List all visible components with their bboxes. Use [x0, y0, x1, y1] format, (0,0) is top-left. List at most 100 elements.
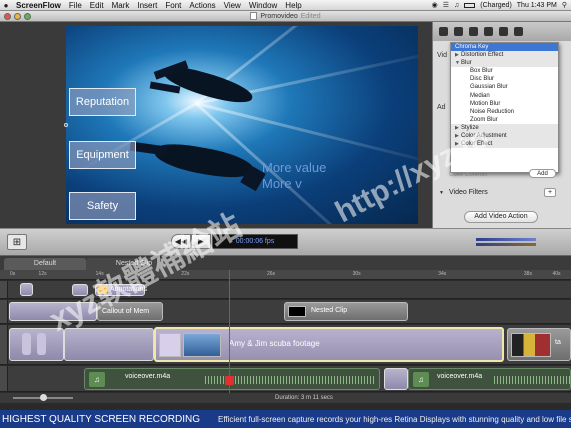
menu-insert[interactable]: Insert	[133, 0, 161, 11]
clip-label: Amy & Jim scuba footage	[229, 339, 320, 348]
inspector-side-label: Ad	[437, 104, 446, 111]
track-header[interactable]	[0, 300, 8, 323]
media-thumb	[22, 333, 31, 355]
battery-icon[interactable]	[464, 2, 476, 8]
callout-tab-icon[interactable]	[484, 27, 493, 36]
audio-properties-tab-icon[interactable]	[454, 27, 463, 36]
canvas-button-safety[interactable]: Safety	[69, 192, 136, 220]
media-thumb	[37, 333, 46, 355]
track-header[interactable]	[0, 366, 8, 391]
duration-label: Duration: 3 m 11 secs	[275, 395, 333, 401]
filter-category[interactable]: ▶ Color Adjustment	[451, 132, 558, 141]
time-ruler[interactable]: 0s 12s 14s 22s 26s 30s 34s 38s 40s	[0, 270, 571, 280]
wifi-icon[interactable]: ☰	[443, 1, 449, 9]
menu-font[interactable]: Font	[161, 0, 185, 11]
crop-icon: ⊞	[12, 236, 22, 248]
filter-category[interactable]: ▼Blur	[451, 59, 558, 68]
rewind-button[interactable]: ◀◀	[171, 234, 191, 249]
audio-level-meter	[476, 243, 536, 246]
ruler-tick-label: 14s	[95, 271, 104, 277]
minimize-window-button[interactable]	[14, 13, 21, 20]
timeline-track[interactable]: Annotations	[0, 281, 571, 299]
close-window-button[interactable]	[4, 13, 11, 20]
add-video-filter-button[interactable]: +	[544, 188, 556, 197]
timeline-track[interactable]: Amy & Jim scuba footage ta	[0, 325, 571, 365]
clip-thumbnail	[159, 333, 181, 357]
canvas-resize-handle[interactable]	[64, 123, 68, 127]
apple-menu-icon[interactable]: ●	[0, 1, 12, 10]
filter-category-label: Color Effect	[461, 141, 493, 148]
track-header[interactable]	[0, 325, 8, 364]
media-library-tab-icon[interactable]	[514, 27, 523, 36]
track-clip[interactable]	[64, 328, 154, 361]
filter-menu-item[interactable]: Disc Blur	[451, 75, 558, 83]
callout-clip[interactable]: Callout of Mem	[97, 302, 163, 321]
inspector-side-label: Vid	[437, 52, 447, 59]
add-video-action-button[interactable]: Add Video Action	[464, 211, 538, 223]
timeline-track[interactable]: Callout of Mem Nested Clip	[0, 300, 571, 324]
menu-mark[interactable]: Mark	[108, 0, 134, 11]
filter-category[interactable]: ▶ Stylize	[451, 123, 558, 133]
audio-clip-icon: ♫	[89, 372, 105, 387]
zoom-window-button[interactable]	[24, 13, 31, 20]
track-clip[interactable]	[384, 368, 408, 390]
timecode-display: 00:00:06 fps	[212, 234, 298, 249]
ruler-tick-label: 22s	[181, 271, 190, 277]
video-filter-menu[interactable]: Chroma Key ▶ Distortion Effect ▼Blur Box …	[450, 42, 559, 173]
menu-view[interactable]: View	[220, 0, 245, 11]
menu-window[interactable]: Window	[245, 0, 281, 11]
annotations-clip[interactable]: Annotations	[95, 284, 147, 296]
filter-category[interactable]: ▶ Color Effect	[451, 140, 558, 149]
track-clip[interactable]	[9, 328, 64, 361]
playhead-handle[interactable]	[225, 376, 234, 385]
filter-menu-item[interactable]: Zoom Blur	[451, 116, 558, 124]
volume-icon[interactable]: ♫	[454, 2, 459, 9]
clip-label: Annotations	[110, 286, 147, 293]
track-header[interactable]	[0, 281, 8, 298]
menu-actions[interactable]: Actions	[185, 0, 219, 11]
transport-bar: ⊞ ◀◀ ▶ 00:00:06 fps	[0, 228, 571, 256]
clip-label: voiceover.m4a	[437, 373, 483, 380]
record-status-icon[interactable]: ◉	[432, 1, 438, 9]
filter-category[interactable]: ▶ Distortion Effect	[451, 51, 558, 60]
video-properties-tab-icon[interactable]	[439, 27, 448, 36]
video-filters-label: Video Filters	[449, 189, 488, 196]
audio-level-meter	[476, 238, 536, 241]
menu-file[interactable]: File	[65, 0, 86, 11]
canvas-button-equipment[interactable]: Equipment	[69, 141, 136, 169]
filter-menu-item[interactable]: Box Blur	[451, 67, 558, 75]
filter-menu-item[interactable]: Gaussian Blur	[451, 83, 558, 91]
timeline-tab-default[interactable]: Default	[4, 258, 86, 270]
text-tab-icon[interactable]	[499, 27, 508, 36]
filter-menu-item[interactable]: Chroma Key	[451, 43, 558, 52]
filter-menu-item[interactable]: Median	[451, 92, 558, 100]
inspector-tab-bar	[433, 22, 571, 41]
scuba-footage-clip[interactable]: Amy & Jim scuba footage	[154, 327, 504, 362]
filter-menu-item[interactable]: Motion Blur	[451, 100, 558, 108]
screen-recording-tab-icon[interactable]	[469, 27, 478, 36]
nested-clip[interactable]: Nested Clip	[284, 302, 408, 321]
track-clip[interactable]	[9, 302, 97, 321]
caption-description: Efficient full-screen capture records yo…	[218, 414, 571, 424]
voiceover-clip[interactable]: ♫ voiceover.m4a	[408, 368, 571, 390]
menu-clock[interactable]: Thu 1:43 PM	[517, 2, 557, 9]
ruler-tick-label: 38s	[523, 271, 532, 277]
small-clip[interactable]	[20, 283, 33, 296]
annotation-marker[interactable]	[72, 284, 88, 296]
video-canvas[interactable]: Reputation Equipment Safety More value M…	[66, 26, 418, 224]
crop-tool-button[interactable]: ⊞	[7, 234, 27, 250]
menu-help[interactable]: Help	[281, 0, 305, 11]
window-title: Promovideo	[260, 12, 298, 20]
filter-menu-item[interactable]: Noise Reduction	[451, 108, 558, 116]
disclosure-triangle-icon[interactable]: ▼	[439, 190, 444, 196]
menu-edit[interactable]: Edit	[86, 0, 108, 11]
app-menu[interactable]: ScreenFlow	[12, 0, 65, 11]
end-clip[interactable]: ta	[507, 328, 571, 361]
canvas-button-reputation[interactable]: Reputation	[69, 88, 136, 116]
timeline-tab-nested-clip[interactable]: Nested Clip	[86, 258, 182, 270]
play-button[interactable]: ▶	[191, 234, 211, 249]
add-filter-button[interactable]: Add	[529, 169, 556, 178]
spotlight-search-icon[interactable]: ⚲	[562, 1, 567, 9]
timeline-zoom-knob[interactable]	[40, 394, 47, 401]
timeline-track[interactable]: ♫ voiceover.m4a ♫ voiceover.m4a	[0, 366, 571, 392]
